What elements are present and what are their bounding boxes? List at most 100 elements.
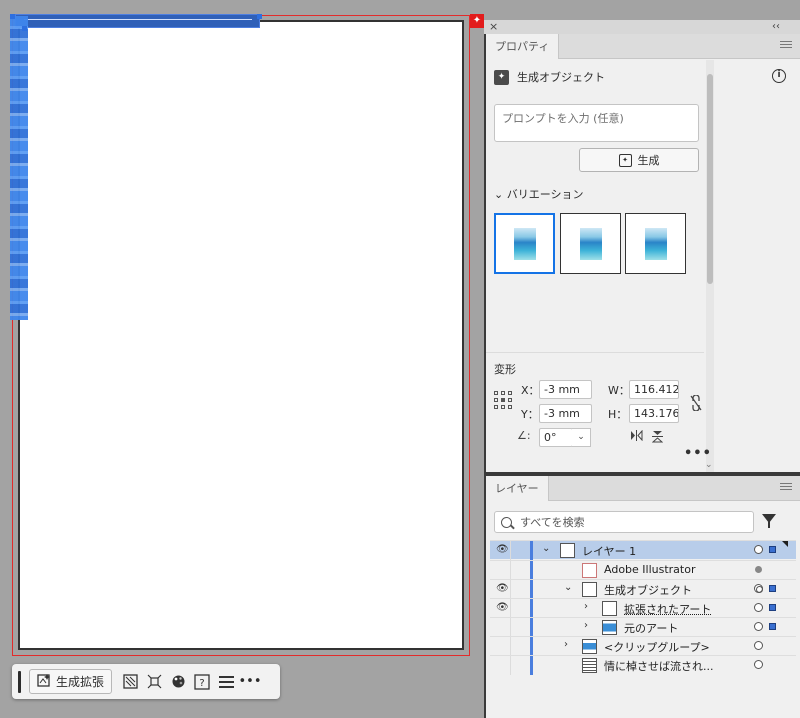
flip-vertical-icon[interactable]	[651, 430, 664, 446]
generative-expand-label: 生成拡張	[56, 675, 105, 689]
selection-handle[interactable]	[10, 14, 15, 19]
target-circle-icon[interactable]	[754, 660, 763, 669]
panel-menu-icon[interactable]	[780, 39, 792, 51]
selection-square-icon[interactable]	[769, 623, 776, 630]
layer-color-bar	[530, 541, 533, 560]
scroll-down-icon[interactable]: ⌄	[705, 460, 713, 470]
selection-square-icon[interactable]	[769, 604, 776, 611]
generated-object-selection-left[interactable]	[10, 16, 28, 320]
layer-name[interactable]: 元のアート	[624, 620, 678, 636]
panel-header-strip	[484, 20, 800, 34]
selection-square-icon[interactable]	[769, 546, 776, 553]
generated-object-selection-top[interactable]	[15, 14, 260, 28]
target-circle-icon[interactable]	[754, 545, 763, 554]
variations-header[interactable]: ⌄ バリエーション	[494, 186, 584, 202]
layer-color-bar	[530, 618, 533, 637]
layer-row[interactable]: 👁 › 拡張されたアート	[490, 598, 796, 618]
layer-name[interactable]: 生成オブジェクト	[604, 582, 692, 598]
angle-dropdown-chevron-icon[interactable]: ⌄	[572, 428, 591, 447]
chevron-down-icon: ⌄	[494, 188, 504, 201]
target-dot-icon[interactable]	[755, 566, 762, 573]
chevron-right-icon[interactable]: ›	[564, 639, 568, 650]
variation-thumbnail-3[interactable]	[625, 213, 686, 274]
mask-icon[interactable]	[118, 670, 142, 694]
visibility-eye-icon[interactable]: 👁	[496, 544, 509, 555]
layer-name[interactable]: 情に棹させば流され...	[604, 658, 714, 674]
w-input[interactable]: 116.412	[629, 380, 679, 399]
x-input[interactable]: -3 mm	[539, 380, 592, 399]
scrollbar-thumb[interactable]	[707, 74, 713, 284]
layer-row[interactable]: 情に棹させば流され...	[490, 655, 796, 675]
generate-label: 生成	[637, 154, 660, 167]
divider	[486, 352, 704, 353]
variation-thumbnail-2[interactable]	[560, 213, 621, 274]
visibility-eye-icon[interactable]: 👁	[496, 602, 509, 613]
contextual-task-bar: 生成拡張 ? •••	[12, 664, 280, 699]
layers-tabbar: レイヤー	[486, 476, 800, 501]
layer-row[interactable]: Adobe Illustrator	[490, 560, 796, 580]
layer-color-bar	[530, 656, 533, 675]
more-transform-options-icon[interactable]: •••	[684, 446, 712, 461]
layer-thumbnail	[602, 620, 617, 635]
close-panel-icon[interactable]: ×	[489, 20, 498, 34]
layer-name[interactable]: レイヤー 1	[582, 543, 636, 559]
prompt-input[interactable]: プロンプトを入力 (任意)	[494, 104, 699, 142]
layer-row[interactable]: › <クリップグループ>	[490, 636, 796, 656]
selection-handle[interactable]	[22, 26, 27, 31]
chevron-down-icon[interactable]: ⌄	[542, 543, 550, 554]
layer-row[interactable]: 👁 ⌄ レイヤー 1	[490, 540, 796, 560]
layer-name[interactable]: <クリップグループ>	[604, 639, 710, 655]
target-double-circle-icon[interactable]	[754, 584, 763, 593]
filter-icon[interactable]	[762, 514, 776, 528]
search-icon	[501, 516, 512, 528]
help-icon[interactable]: ?	[190, 670, 214, 694]
generative-expand-icon	[37, 673, 51, 690]
target-circle-icon[interactable]	[754, 603, 763, 612]
layer-color-bar	[530, 599, 533, 618]
layer-row[interactable]: › 元のアート	[490, 617, 796, 637]
collapse-panel-icon[interactable]: ‹‹	[772, 20, 780, 34]
search-placeholder: すべてを検索	[520, 516, 585, 529]
h-input[interactable]: 143.176	[629, 404, 679, 423]
constrain-proportions-icon[interactable]	[690, 394, 702, 414]
variation-image	[644, 227, 667, 260]
target-circle-icon[interactable]	[754, 622, 763, 631]
tab-properties[interactable]: プロパティ	[486, 34, 560, 59]
layer-color-bar	[530, 637, 533, 656]
recolor-icon[interactable]	[166, 670, 190, 694]
selection-handle[interactable]	[257, 14, 262, 19]
chevron-right-icon[interactable]: ›	[584, 620, 588, 631]
transform-icon[interactable]	[142, 670, 166, 694]
tab-layers[interactable]: レイヤー	[486, 476, 549, 501]
y-input[interactable]: -3 mm	[539, 404, 592, 423]
generative-expand-button[interactable]: 生成拡張	[29, 669, 113, 694]
artboard[interactable]	[18, 20, 464, 650]
more-options-icon[interactable]: •••	[238, 670, 262, 694]
chevron-right-icon[interactable]: ›	[584, 601, 588, 612]
layer-color-bar	[530, 580, 533, 599]
target-circle-icon[interactable]	[754, 641, 763, 650]
variation-thumbnail-1[interactable]	[494, 213, 555, 274]
layer-name[interactable]: 拡張されたアート	[624, 601, 711, 617]
layer-color-bar	[530, 561, 533, 580]
layer-name[interactable]: Adobe Illustrator	[604, 563, 696, 576]
properties-tabbar: プロパティ	[486, 34, 800, 59]
generate-button[interactable]: ✦ 生成	[579, 148, 699, 172]
flip-horizontal-icon[interactable]	[630, 429, 643, 444]
list-menu-icon[interactable]	[214, 670, 238, 694]
layers-search-input[interactable]: すべてを検索	[494, 511, 754, 533]
visibility-eye-icon[interactable]: 👁	[496, 583, 509, 594]
layer-thumbnail	[602, 601, 617, 616]
angle-input[interactable]: 0°	[539, 428, 573, 447]
layer-thumbnail	[582, 582, 597, 597]
properties-panel: プロパティ ✦ 生成オブジェクト i プロンプトを入力 (任意) ✦ 生成 ⌄ …	[486, 34, 800, 472]
variation-image	[513, 227, 536, 260]
chevron-down-icon[interactable]: ⌄	[564, 582, 572, 593]
layer-row[interactable]: 👁 ⌄ 生成オブジェクト	[490, 579, 796, 599]
selection-square-icon[interactable]	[769, 585, 776, 592]
artboard-pin-icon[interactable]: ✦	[470, 14, 484, 28]
info-icon[interactable]: i	[772, 69, 786, 83]
drag-handle[interactable]	[18, 670, 21, 693]
reference-point-icon[interactable]	[494, 391, 512, 409]
panel-menu-icon[interactable]	[780, 481, 792, 493]
